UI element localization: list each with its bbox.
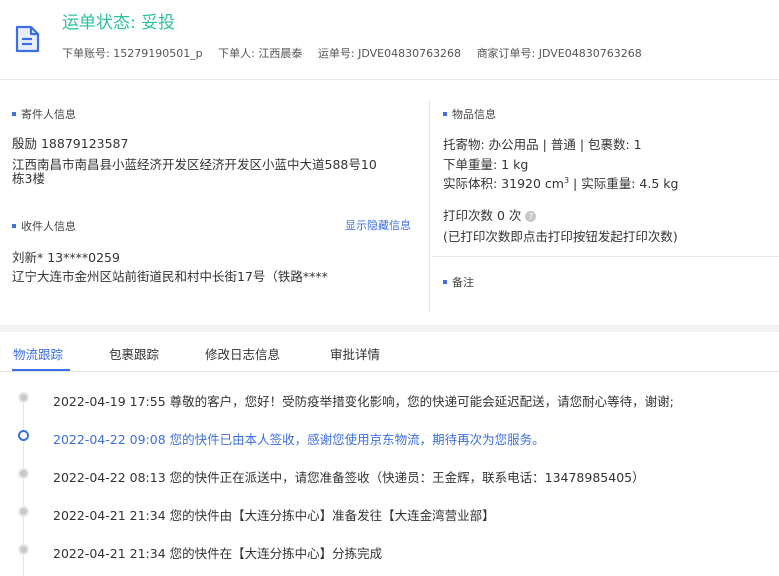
- sender-address-line2: 栋3楼: [12, 171, 45, 186]
- receiver-name-phone: 刘新* 13****0259: [12, 250, 120, 265]
- timeline-event: 2022-04-19 17:55 尊敬的客户，您好！受防疫举措变化影响，您的快递…: [53, 394, 674, 409]
- help-icon[interactable]: ?: [525, 211, 537, 222]
- timeline-dot: [18, 468, 29, 479]
- section-separator: [0, 325, 779, 332]
- waybill-number: 运单号: JDVE04830763268: [317, 47, 462, 60]
- sender-address-line1: 江西南昌市南昌县小蓝经济开发区经济开发区小蓝中大道588号10: [12, 157, 377, 172]
- tracking-timeline: 2022-04-19 17:55 尊敬的客户，您好！受防疫举措变化影响，您的快递…: [0, 372, 779, 576]
- document-icon: [15, 25, 40, 53]
- order-account: 下单账号: 15279190501_p: [62, 47, 203, 60]
- sender-section-title: 寄件人信息: [12, 106, 76, 122]
- order-weight: 下单重量: 1 kg: [443, 157, 529, 172]
- print-count: 打印次数 0 次?: [443, 205, 537, 224]
- timeline-dot: [18, 544, 29, 555]
- merchant-order-number: 商家订单号: JDVE04830763268: [476, 47, 642, 60]
- timeline-event-current: 2022-04-22 09:08 您的快件已由本人签收，感谢您使用京东物流，期待…: [53, 432, 545, 447]
- info-section: 寄件人信息 殷励 18879123587 江西南昌市南昌县小蓝经济开发区经济开发…: [0, 81, 779, 325]
- remark-section-title: 备注: [443, 274, 474, 290]
- active-tab-indicator: [12, 369, 70, 371]
- timeline-event: 2022-04-21 21:34 您的快件由【大连分拣中心】准备发往【大连金湾营…: [53, 508, 495, 523]
- tab-logistics-tracking[interactable]: 物流跟踪: [13, 344, 63, 363]
- tab-change-log[interactable]: 修改日志信息: [205, 344, 280, 363]
- timeline-dot: [18, 392, 29, 403]
- sender-name-phone: 殷励 18879123587: [12, 136, 129, 151]
- print-note: (已打印次数即点击打印按钮发起打印次数): [443, 229, 678, 244]
- remark-divider: [432, 256, 779, 257]
- order-person: 下单人: 江西晨泰: [218, 47, 303, 60]
- timeline-event: 2022-04-22 08:13 您的快件正在派送中，请您准备签收（快递员：王金…: [53, 470, 645, 485]
- timeline-event: 2022-04-21 21:34 您的快件在【大连分拣中心】分拣完成: [53, 546, 383, 561]
- timeline-dot-current: [18, 430, 29, 441]
- timeline-dot: [18, 506, 29, 517]
- waybill-status-title: 运单状态: 妥投: [62, 13, 176, 33]
- column-divider: [429, 100, 430, 312]
- goods-line: 托寄物: 办公用品 | 普通 | 包裹数: 1: [443, 137, 642, 152]
- waybill-meta: 下单账号: 15279190501_p 下单人: 江西晨泰 运单号: JDVE0…: [62, 45, 654, 61]
- waybill-header: 运单状态: 妥投 下单账号: 15279190501_p 下单人: 江西晨泰 运…: [0, 0, 779, 80]
- volume-weight: 实际体积: 31920 cm3 | 实际重量: 4.5 kg: [443, 175, 679, 191]
- tab-package-tracking[interactable]: 包裹跟踪: [109, 344, 159, 363]
- receiver-address: 辽宁大连市金州区站前街道民和村中长街17号（铁路****: [12, 269, 328, 284]
- toggle-hidden-info-link[interactable]: 显示隐藏信息: [345, 217, 411, 233]
- tab-bar: 物流跟踪 包裹跟踪 修改日志信息 审批详情: [0, 332, 779, 372]
- goods-section-title: 物品信息: [443, 106, 496, 122]
- tab-approval-details[interactable]: 审批详情: [330, 344, 380, 363]
- receiver-section-title: 收件人信息: [12, 218, 76, 234]
